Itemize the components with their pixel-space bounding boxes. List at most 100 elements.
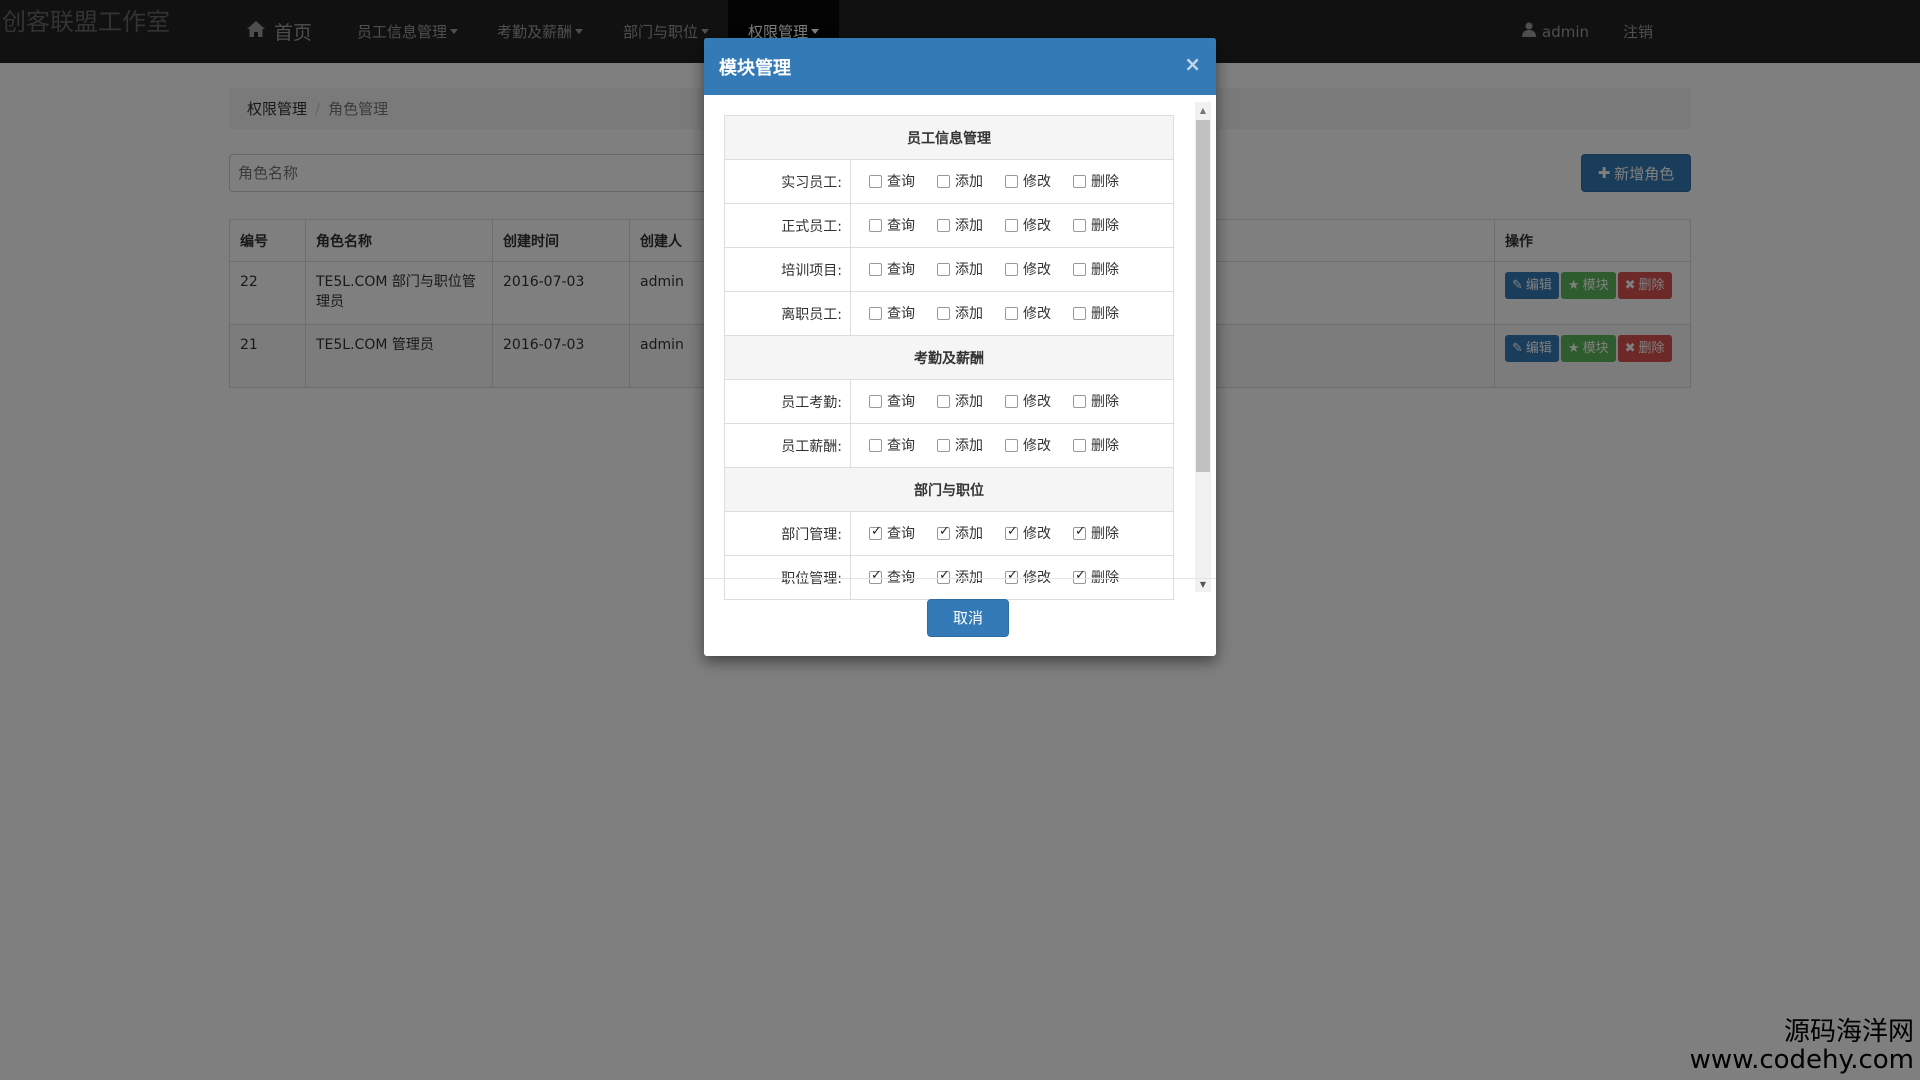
modal-footer: 取消 — [704, 578, 1216, 656]
permission-row: 员工考勤: 查询 添加 修改 删除 — [724, 379, 1174, 424]
permission-option-label: 查询 — [887, 438, 915, 455]
permission-checkbox[interactable] — [869, 218, 882, 232]
permission-row: 离职员工: 查询 添加 修改 删除 — [724, 291, 1174, 336]
permission-option[interactable]: 删除 — [1073, 259, 1141, 279]
permission-option[interactable]: 修改 — [1005, 435, 1073, 455]
permission-option[interactable]: 查询 — [869, 259, 937, 279]
permission-checkbox[interactable] — [937, 438, 950, 452]
permission-checkbox[interactable] — [937, 524, 950, 540]
modal-body[interactable]: 员工信息管理 实习员工: 查询 添加 修改 删除 正式员工: 查询 添加 修改 删除 培训项目: 查询添… — [704, 95, 1216, 635]
permission-group-row: 部门与职位 — [724, 467, 1174, 512]
permission-checkbox[interactable] — [869, 262, 882, 276]
permission-checkbox[interactable] — [869, 438, 882, 452]
permission-checkbox[interactable] — [1005, 174, 1018, 188]
permission-option-label: 删除 — [1091, 218, 1119, 235]
permission-option[interactable]: 修改 — [1005, 259, 1073, 279]
permission-group-title: 部门与职位 — [724, 467, 1174, 512]
permission-option[interactable]: 查询 — [869, 303, 937, 323]
permission-option[interactable]: 删除 — [1073, 215, 1141, 235]
permission-option-label: 添加 — [955, 262, 983, 279]
permission-row-label: 培训项目: — [724, 247, 851, 292]
permission-option-label: 修改 — [1023, 438, 1051, 455]
permission-option[interactable]: 查询 — [869, 523, 937, 543]
permission-option[interactable]: 删除 — [1073, 435, 1141, 455]
permission-checkbox[interactable] — [937, 262, 950, 276]
permission-options: 查询 添加 修改 删除 — [850, 511, 1174, 556]
permission-option[interactable]: 修改 — [1005, 171, 1073, 191]
cancel-button[interactable]: 取消 — [927, 598, 1009, 637]
permission-checkbox[interactable] — [869, 306, 882, 320]
modal-scrollbar[interactable]: ▲ ▼ — [1195, 102, 1211, 592]
permission-row-label: 实习员工: — [724, 159, 851, 204]
permission-checkbox[interactable] — [1073, 174, 1086, 188]
permission-checkbox[interactable] — [869, 174, 882, 188]
scroll-thumb[interactable] — [1196, 120, 1210, 472]
permission-option[interactable]: 查询 — [869, 171, 937, 191]
permission-options: 查询 添加 修改 删除 — [850, 423, 1174, 468]
permission-option-label: 添加 — [955, 174, 983, 191]
bottom-right-watermark: 源码海洋网 www.codehy.com — [1690, 1019, 1914, 1074]
permission-option[interactable]: 修改 — [1005, 303, 1073, 323]
permission-row: 部门管理: 查询 添加 修改 删除 — [724, 511, 1174, 556]
permission-option[interactable]: 添加 — [937, 391, 1005, 411]
permission-checkbox[interactable] — [1073, 438, 1086, 452]
permission-option-label: 删除 — [1091, 394, 1119, 411]
permission-option[interactable]: 删除 — [1073, 523, 1141, 543]
permission-checkbox[interactable] — [937, 218, 950, 232]
permission-checkbox[interactable] — [937, 306, 950, 320]
permission-option-label: 删除 — [1091, 174, 1119, 191]
permission-options: 查询 添加 修改 删除 — [850, 203, 1174, 248]
permission-checkbox[interactable] — [1073, 524, 1086, 540]
permission-option[interactable]: 查询 — [869, 435, 937, 455]
permission-row-label: 员工考勤: — [724, 379, 851, 424]
permission-option[interactable]: 添加 — [937, 303, 1005, 323]
permission-checkbox[interactable] — [869, 394, 882, 408]
permission-checkbox[interactable] — [1073, 306, 1086, 320]
permission-checkbox[interactable] — [1073, 394, 1086, 408]
permission-option[interactable]: 添加 — [937, 259, 1005, 279]
permission-option[interactable]: 删除 — [1073, 303, 1141, 323]
permission-checkbox[interactable] — [1073, 218, 1086, 232]
permission-option[interactable]: 添加 — [937, 523, 1005, 543]
permission-option[interactable]: 添加 — [937, 435, 1005, 455]
permission-checkbox[interactable] — [1005, 524, 1018, 540]
top-left-watermark: 创客联盟工作室 — [2, 8, 170, 36]
close-icon[interactable]: × — [1184, 52, 1201, 76]
permission-group-title: 员工信息管理 — [724, 115, 1174, 160]
permission-checkbox[interactable] — [937, 394, 950, 408]
permission-option-label: 查询 — [887, 394, 915, 411]
permission-options: 查询 添加 修改 删除 — [850, 159, 1174, 204]
module-management-modal: 模块管理 × 员工信息管理 实习员工: 查询 添加 修改 删除 正式员工: 查询 添加 修改 删除培… — [704, 38, 1216, 656]
permission-option[interactable]: 删除 — [1073, 391, 1141, 411]
permission-option-label: 查询 — [887, 262, 915, 279]
scroll-up-arrow-icon[interactable]: ▲ — [1195, 102, 1211, 118]
permission-option-label: 删除 — [1091, 526, 1119, 543]
permission-option[interactable]: 删除 — [1073, 171, 1141, 191]
permission-checkbox[interactable] — [1005, 438, 1018, 452]
permission-option-label: 查询 — [887, 218, 915, 235]
permission-table: 员工信息管理 实习员工: 查询 添加 修改 删除 正式员工: 查询 添加 修改 删除 培训项目: 查询添… — [724, 115, 1174, 600]
permission-checkbox[interactable] — [1005, 262, 1018, 276]
permission-checkbox[interactable] — [1005, 218, 1018, 232]
permission-checkbox[interactable] — [937, 174, 950, 188]
permission-option[interactable]: 修改 — [1005, 391, 1073, 411]
permission-option[interactable]: 添加 — [937, 171, 1005, 191]
permission-option[interactable]: 查询 — [869, 391, 937, 411]
permission-option-label: 删除 — [1091, 438, 1119, 455]
permission-checkbox[interactable] — [869, 524, 882, 540]
permission-option-label: 修改 — [1023, 394, 1051, 411]
permission-row-label: 部门管理: — [724, 511, 851, 556]
permission-option[interactable]: 添加 — [937, 215, 1005, 235]
permission-checkbox[interactable] — [1005, 306, 1018, 320]
permission-option-label: 添加 — [955, 218, 983, 235]
watermark-site-name: 源码海洋网 — [1783, 1017, 1914, 1048]
permission-option-label: 修改 — [1023, 526, 1051, 543]
permission-option[interactable]: 查询 — [869, 215, 937, 235]
permission-row: 正式员工: 查询 添加 修改 删除 — [724, 203, 1174, 248]
permission-checkbox[interactable] — [1005, 394, 1018, 408]
permission-option[interactable]: 修改 — [1005, 215, 1073, 235]
permission-option-label: 添加 — [955, 306, 983, 323]
permission-group-row: 员工信息管理 — [724, 115, 1174, 160]
permission-option[interactable]: 修改 — [1005, 523, 1073, 543]
permission-checkbox[interactable] — [1073, 262, 1086, 276]
